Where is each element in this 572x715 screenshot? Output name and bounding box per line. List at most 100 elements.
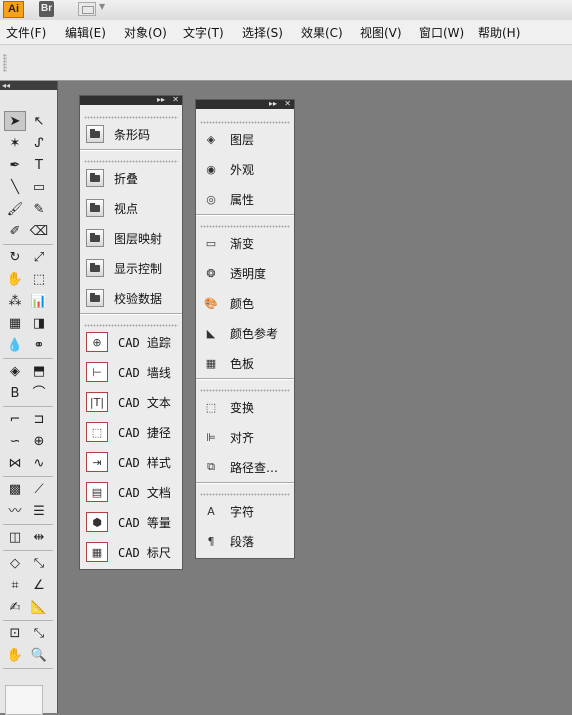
panel-group-grip[interactable] [200,389,290,392]
cad-arc-icon[interactable]: ⌒ [28,383,50,403]
panel-item-folder[interactable]: 折叠 [86,166,176,190]
blob-brush-icon[interactable]: ✐ [4,221,26,241]
panel-item-color[interactable]: 🎨 颜色 [202,291,288,315]
arrange-documents-button[interactable] [78,2,96,16]
zigzag-icon[interactable]: 〰 [4,501,26,521]
panel-group-grip[interactable] [84,324,178,327]
menu-select[interactable]: 选择(S) [242,24,283,41]
selection-arrow-icon[interactable]: ➤ [4,111,26,131]
panel-group-grip[interactable] [84,160,178,163]
grid-tool-icon[interactable]: ▩ [4,479,26,499]
live-paint-selection-icon[interactable]: ⬒ [28,361,50,381]
cad-angle-icon[interactable]: ∠ [28,575,50,595]
panel-item-cad-ruler[interactable]: ▦ CAD 标尺 [86,540,176,564]
lasso-icon[interactable]: ᔑ [28,133,50,153]
pencil-icon[interactable]: ✎ [28,199,50,219]
free-transform-icon[interactable]: ⬚ [28,269,50,289]
panel-item-appearance[interactable]: ◉ 外观 [202,157,288,181]
gradient-icon[interactable]: ◨ [28,313,50,333]
panel-item-color-guide[interactable]: ◣ 颜色参考 [202,321,288,345]
panel-item-gradient[interactable]: ▭ 渐变 [202,231,288,255]
panel-item-folder[interactable]: 校验数据 [86,286,176,310]
magic-wand-icon[interactable]: ✶ [4,133,26,153]
panel-group-grip[interactable] [200,493,290,496]
panel-item-cad-track[interactable]: ⊕ CAD 追踪 [86,330,176,354]
menu-edit[interactable]: 编辑(E) [65,24,106,41]
artboard-icon[interactable]: ⊡ [4,623,26,643]
slice-icon[interactable]: ⤡ [28,623,50,643]
live-paint-bucket-icon[interactable]: ◈ [4,361,26,381]
menu-file[interactable]: 文件(F) [6,24,46,41]
ruler-pen-icon[interactable]: 📐 [28,597,50,617]
menu-help[interactable]: 帮助(H) [478,24,520,41]
column-graph-icon[interactable]: 📊 [28,291,50,311]
list-icon[interactable]: ☰ [28,501,50,521]
panel-item-align[interactable]: ⊫ 对齐 [202,425,288,449]
direct-selection-icon[interactable]: ↖ [28,111,50,131]
pen-icon[interactable]: ✒ [4,155,26,175]
chevron-down-icon[interactable]: ▼ [99,2,105,11]
symbol-sprayer-icon[interactable]: ⁂ [4,291,26,311]
mesh-icon[interactable]: ▦ [4,313,26,333]
panel-item-paragraph[interactable]: ¶ 段落 [202,529,288,553]
expand-panels-icon[interactable]: ▸▸ [157,95,165,105]
rectangle-icon[interactable]: ▭ [28,177,50,197]
panel-item-transform[interactable]: ⬚ 变换 [202,395,288,419]
cad-poly-icon[interactable]: ◇ [4,553,26,573]
panel-group-grip[interactable] [200,225,290,228]
panel-dock-right-header[interactable]: ▸▸ ✕ [196,99,294,109]
base-tool-icon[interactable]: B [4,383,26,403]
panel-item-cad-shortcut[interactable]: ⬚ CAD 捷径 [86,420,176,444]
close-icon[interactable]: ✕ [284,99,291,109]
line-segment-icon[interactable]: ╲ [4,177,26,197]
panel-item-folder[interactable]: 显示控制 [86,256,176,280]
target-icon[interactable]: ⊕ [28,431,50,451]
menu-object[interactable]: 对象(O) [124,24,167,41]
panel-item-character[interactable]: A 字符 [202,499,288,523]
cad-curve-icon[interactable]: ∽ [4,431,26,451]
cad-offset-icon[interactable]: ⊐ [28,409,50,429]
menu-type[interactable]: 文字(T) [183,24,224,41]
eyedropper-icon[interactable]: 💧 [4,335,26,355]
rotate-icon[interactable]: ↻ [4,247,26,267]
zoom-icon[interactable]: 🔍 [28,645,50,665]
panel-item-attributes[interactable]: ◎ 属性 [202,187,288,211]
panel-item-transparency[interactable]: ❂ 透明度 [202,261,288,285]
bridge-button[interactable]: Br [39,1,61,17]
envelope-icon[interactable]: ⋈ [4,453,26,473]
panel-item-cad-text[interactable]: |T| CAD 文本 [86,390,176,414]
knife-icon[interactable]: ⟋ [28,479,50,499]
panel-item-folder[interactable]: 视点 [86,196,176,220]
panel-item-layers[interactable]: ◈ 图层 [202,127,288,151]
expand-panels-icon[interactable]: ▸▸ [269,99,277,109]
menu-window[interactable]: 窗口(W) [419,24,464,41]
eraser-icon[interactable]: ⌫ [28,221,50,241]
scale-icon[interactable]: ⤢ [28,247,50,267]
panel-item-cad-style[interactable]: ⇥ CAD 样式 [86,450,176,474]
type-icon[interactable]: T [28,155,50,175]
panel-group-grip[interactable] [200,121,290,124]
cad-fillet-icon[interactable]: ⌐ [4,409,26,429]
cad-dim-icon[interactable]: ⇹ [28,527,50,547]
panel-item-swatches[interactable]: ▦ 色板 [202,351,288,375]
menu-effect[interactable]: 效果(C) [301,24,343,41]
blend-icon[interactable]: ⚭ [28,335,50,355]
cad-rect-icon[interactable]: ◫ [4,527,26,547]
hand-icon[interactable]: ✋ [4,645,26,665]
graph-pen-icon[interactable]: ✍ [4,597,26,617]
panel-item-cad-document[interactable]: ▤ CAD 文档 [86,480,176,504]
cad-measure-icon[interactable]: ⤡ [28,553,50,573]
panel-item-folder[interactable]: 条形码 [86,122,176,146]
cad-crop-icon[interactable]: ⌗ [4,575,26,595]
panel-item-cad-wall[interactable]: ⊢ CAD 墙线 [86,360,176,384]
panel-dock-left-header[interactable]: ▸▸ ✕ [80,95,182,105]
tools-panel-collapse-button[interactable]: ◂◂ [0,81,57,90]
menu-view[interactable]: 视图(V) [360,24,402,41]
panel-item-folder[interactable]: 图层映射 [86,226,176,250]
control-bar-grip[interactable] [3,54,7,72]
panel-item-pathfinder[interactable]: ⧉ 路径查… [202,455,288,479]
close-icon[interactable]: ✕ [172,95,179,105]
panel-item-cad-isometric[interactable]: ⬢ CAD 等量 [86,510,176,534]
warp-icon[interactable]: ✋ [4,269,26,289]
paintbrush-icon[interactable]: 🖌 [4,199,26,219]
